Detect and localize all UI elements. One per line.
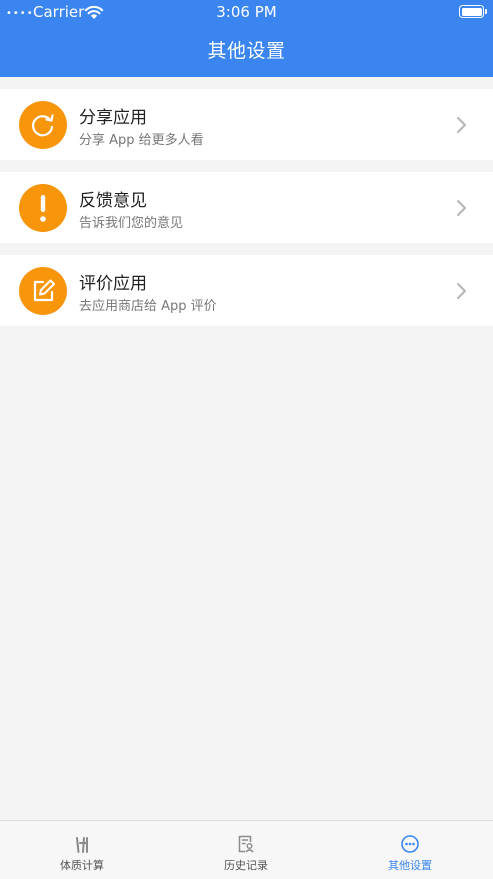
chevron-right-icon bbox=[457, 200, 466, 216]
rate-app-row[interactable]: 评价应用 去应用商店给 App 评价 bbox=[0, 255, 493, 326]
navigation-header: •••• Carrier 3:06 PM 其他设置 bbox=[0, 0, 493, 77]
history-icon bbox=[238, 835, 254, 853]
battery-icon bbox=[459, 5, 484, 18]
share-icon bbox=[19, 101, 67, 149]
tab-label: 体质计算 bbox=[60, 859, 104, 872]
chevron-right-icon bbox=[457, 117, 466, 133]
share-app-title: 分享应用 bbox=[79, 108, 147, 128]
tab-body-calculation[interactable]: 体质计算 bbox=[0, 821, 164, 879]
chevron-right-icon bbox=[457, 283, 466, 299]
share-app-row[interactable]: 分享应用 分享 App 给更多人看 bbox=[0, 89, 493, 160]
status-time: 3:06 PM bbox=[216, 3, 277, 21]
tab-label: 其他设置 bbox=[388, 859, 432, 872]
share-app-subtitle: 分享 App 给更多人看 bbox=[79, 133, 204, 148]
feedback-subtitle: 告诉我们您的意见 bbox=[79, 216, 184, 231]
battery-tip bbox=[485, 9, 487, 14]
edit-icon bbox=[19, 267, 67, 315]
page-title: 其他设置 bbox=[207, 40, 286, 62]
feedback-title: 反馈意见 bbox=[79, 191, 147, 211]
rate-app-subtitle: 去应用商店给 App 评价 bbox=[79, 299, 217, 314]
feedback-row[interactable]: 反馈意见 告诉我们您的意见 bbox=[0, 172, 493, 243]
tab-other-settings[interactable]: 其他设置 bbox=[328, 821, 492, 879]
scale-icon bbox=[76, 837, 88, 853]
more-icon bbox=[401, 835, 419, 853]
exclamation-icon bbox=[19, 184, 67, 232]
rate-app-title: 评价应用 bbox=[79, 274, 147, 294]
tab-label: 历史记录 bbox=[224, 859, 268, 872]
tab-history[interactable]: 历史记录 bbox=[164, 821, 328, 879]
status-bar: •••• Carrier 3:06 PM bbox=[0, 0, 493, 24]
tab-bar: 体质计算 历史记录 其他设置 bbox=[0, 820, 493, 879]
